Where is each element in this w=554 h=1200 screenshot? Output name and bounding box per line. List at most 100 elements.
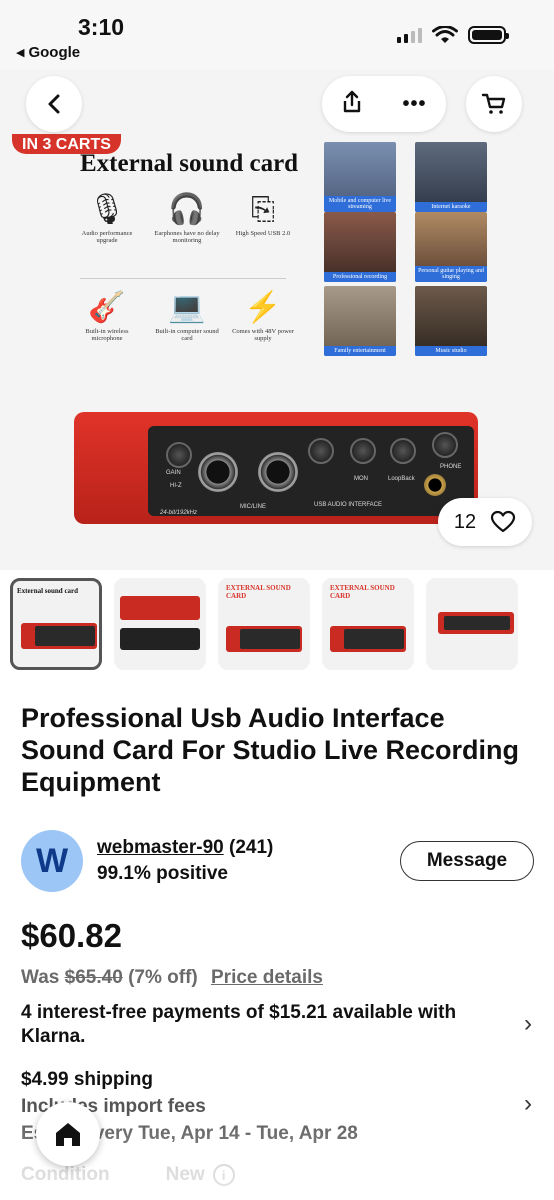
feature-label: Earphones have no delay monitoring: [154, 230, 220, 244]
feature-label: Built-in wireless microphone: [85, 328, 129, 342]
headphones-icon: 🎧: [168, 193, 206, 226]
feature-label: Built-in computer sound card: [155, 328, 219, 342]
thumbnail-item[interactable]: EXTERNAL SOUND CARD: [322, 578, 414, 670]
product-image-gallery[interactable]: IN 3 CARTS External sound card 🎙 Audio p…: [0, 70, 554, 570]
usage-photo: Internet karaoke: [415, 142, 487, 212]
device-label: MON: [354, 476, 368, 482]
seller-feedback-count: (241): [229, 837, 274, 858]
photo-caption: Internet karaoke: [415, 202, 487, 212]
mix-knob: [350, 438, 376, 464]
photo-caption: Professional recording: [324, 272, 396, 282]
price-details-link[interactable]: Price details: [211, 967, 323, 988]
feature-label: High Speed USB 2.0: [235, 230, 291, 237]
guitar-mic-icon: 🎸: [88, 291, 126, 324]
current-price: $60.82: [21, 917, 122, 954]
was-label: Was: [21, 967, 60, 988]
share-button[interactable]: [341, 90, 363, 119]
microphone-icon: 🎙: [87, 193, 127, 226]
share-icon: [344, 90, 361, 112]
home-button[interactable]: [36, 1102, 100, 1166]
cellular-signal-icon: [397, 27, 422, 43]
usb-icon: ⎘: [251, 193, 275, 226]
thumbnail-strip: External sound card EXTERNAL SOUND CARD …: [10, 578, 518, 670]
device-label: USB AUDIO INTERFACE: [314, 502, 383, 508]
seller-name-link[interactable]: webmaster-90: [97, 837, 224, 858]
feature-item: ⎘ High Speed USB 2.0: [228, 190, 298, 237]
device-front-panel: [148, 426, 474, 516]
thumbnail-item[interactable]: [114, 578, 206, 670]
xlr-jack: [198, 452, 238, 492]
back-triangle-icon: ◀: [16, 47, 25, 59]
thumbnail-label: EXTERNAL SOUND CARD: [330, 584, 395, 600]
photo-caption: Mobile and computer live streaming: [324, 196, 396, 212]
photo-caption: Personal guitar playing and singing: [415, 266, 487, 282]
feature-label: Audio performance upgrade: [81, 230, 133, 244]
device-label: LoopBack: [388, 476, 415, 482]
status-icons: [397, 26, 509, 44]
status-time: 3:10: [78, 14, 125, 40]
was-price-line: Was $65.40 (7% off) Price details: [21, 967, 323, 989]
product-title: Professional Usb Audio Interface Sound C…: [21, 703, 520, 797]
thumbnail-item[interactable]: [426, 578, 518, 670]
seller-positive-rating: 99.1% positive: [97, 863, 228, 884]
gain-knob: [308, 438, 334, 464]
discount-percent: (7% off): [128, 967, 198, 988]
back-to-app-link[interactable]: ◀ Google: [16, 44, 80, 61]
wifi-icon: [432, 26, 458, 43]
usage-photo: Professional recording: [324, 212, 396, 282]
heart-icon: [491, 510, 516, 533]
thumbnail-label: EXTERNAL SOUND CARD: [226, 584, 291, 600]
feature-item: 🎧 Earphones have no delay monitoring: [152, 190, 222, 244]
like-count: 12: [453, 510, 477, 533]
device-label: 24-bit/192kHz: [160, 510, 198, 516]
message-seller-button[interactable]: Message: [400, 841, 534, 881]
thumbnail-label: External sound card: [17, 587, 79, 595]
back-button[interactable]: [26, 76, 82, 132]
battery-icon: [468, 26, 509, 44]
chevron-right-icon[interactable]: ›: [524, 1090, 532, 1118]
back-app-label: Google: [28, 44, 81, 61]
out-knob: [390, 438, 416, 464]
info-icon[interactable]: i: [212, 1164, 235, 1186]
feature-item: 🎸 Built-in wireless microphone: [72, 288, 142, 342]
feature-item: 💻 Built-in computer sound card: [152, 288, 222, 342]
cart-icon: [481, 93, 506, 114]
usage-photo: Family entertainment: [324, 286, 396, 356]
chevron-right-icon[interactable]: ›: [524, 1010, 532, 1038]
feature-item: 🎙 Audio performance upgrade: [72, 190, 142, 244]
home-icon: [56, 1123, 80, 1146]
watch-like-button[interactable]: 12: [438, 498, 532, 546]
photo-caption: Family entertainment: [324, 346, 396, 356]
photo-caption: Music studio: [415, 346, 487, 356]
seller-avatar[interactable]: W: [21, 830, 83, 892]
xlr-jack: [258, 452, 298, 492]
usage-photo: Mobile and computer live streaming: [324, 142, 396, 212]
feature-item: ⚡ Comes with 48V power supply: [228, 288, 298, 342]
condition-value: New: [165, 1164, 205, 1185]
headphone-jack: [424, 474, 446, 496]
klarna-payments-row[interactable]: 4 interest-free payments of $15.21 avail…: [21, 1001, 501, 1049]
seller-info: W webmaster-90 (241) 99.1% positive: [21, 830, 273, 892]
laptop-icon: 💻: [168, 291, 206, 324]
original-price: $65.40: [64, 967, 123, 988]
device-label: HI-Z: [170, 483, 182, 489]
device-label: PHONE: [440, 464, 462, 470]
thumbnail-item[interactable]: External sound card: [10, 578, 102, 670]
lightning-icon: ⚡: [244, 291, 282, 324]
condition-label: Condition: [21, 1164, 110, 1185]
device-label: MIC/LINE: [240, 504, 267, 510]
phone-knob: [432, 432, 458, 458]
feature-label: Comes with 48V power supply: [232, 328, 294, 342]
cart-button[interactable]: [466, 76, 522, 132]
status-bar: 3:10 ◀ Google: [0, 0, 554, 70]
usage-photo: Music studio: [415, 286, 487, 356]
thumbnail-item[interactable]: EXTERNAL SOUND CARD: [218, 578, 310, 670]
condition-row: Condition New i: [21, 1164, 235, 1186]
more-options-button[interactable]: •••: [402, 93, 426, 116]
action-pill: •••: [322, 76, 446, 132]
usage-photo: Personal guitar playing and singing: [415, 212, 487, 282]
device-label: GAIN: [166, 470, 181, 476]
feature-divider: [80, 278, 286, 279]
chevron-left-icon: [48, 94, 60, 114]
gain-knob: [166, 442, 192, 468]
